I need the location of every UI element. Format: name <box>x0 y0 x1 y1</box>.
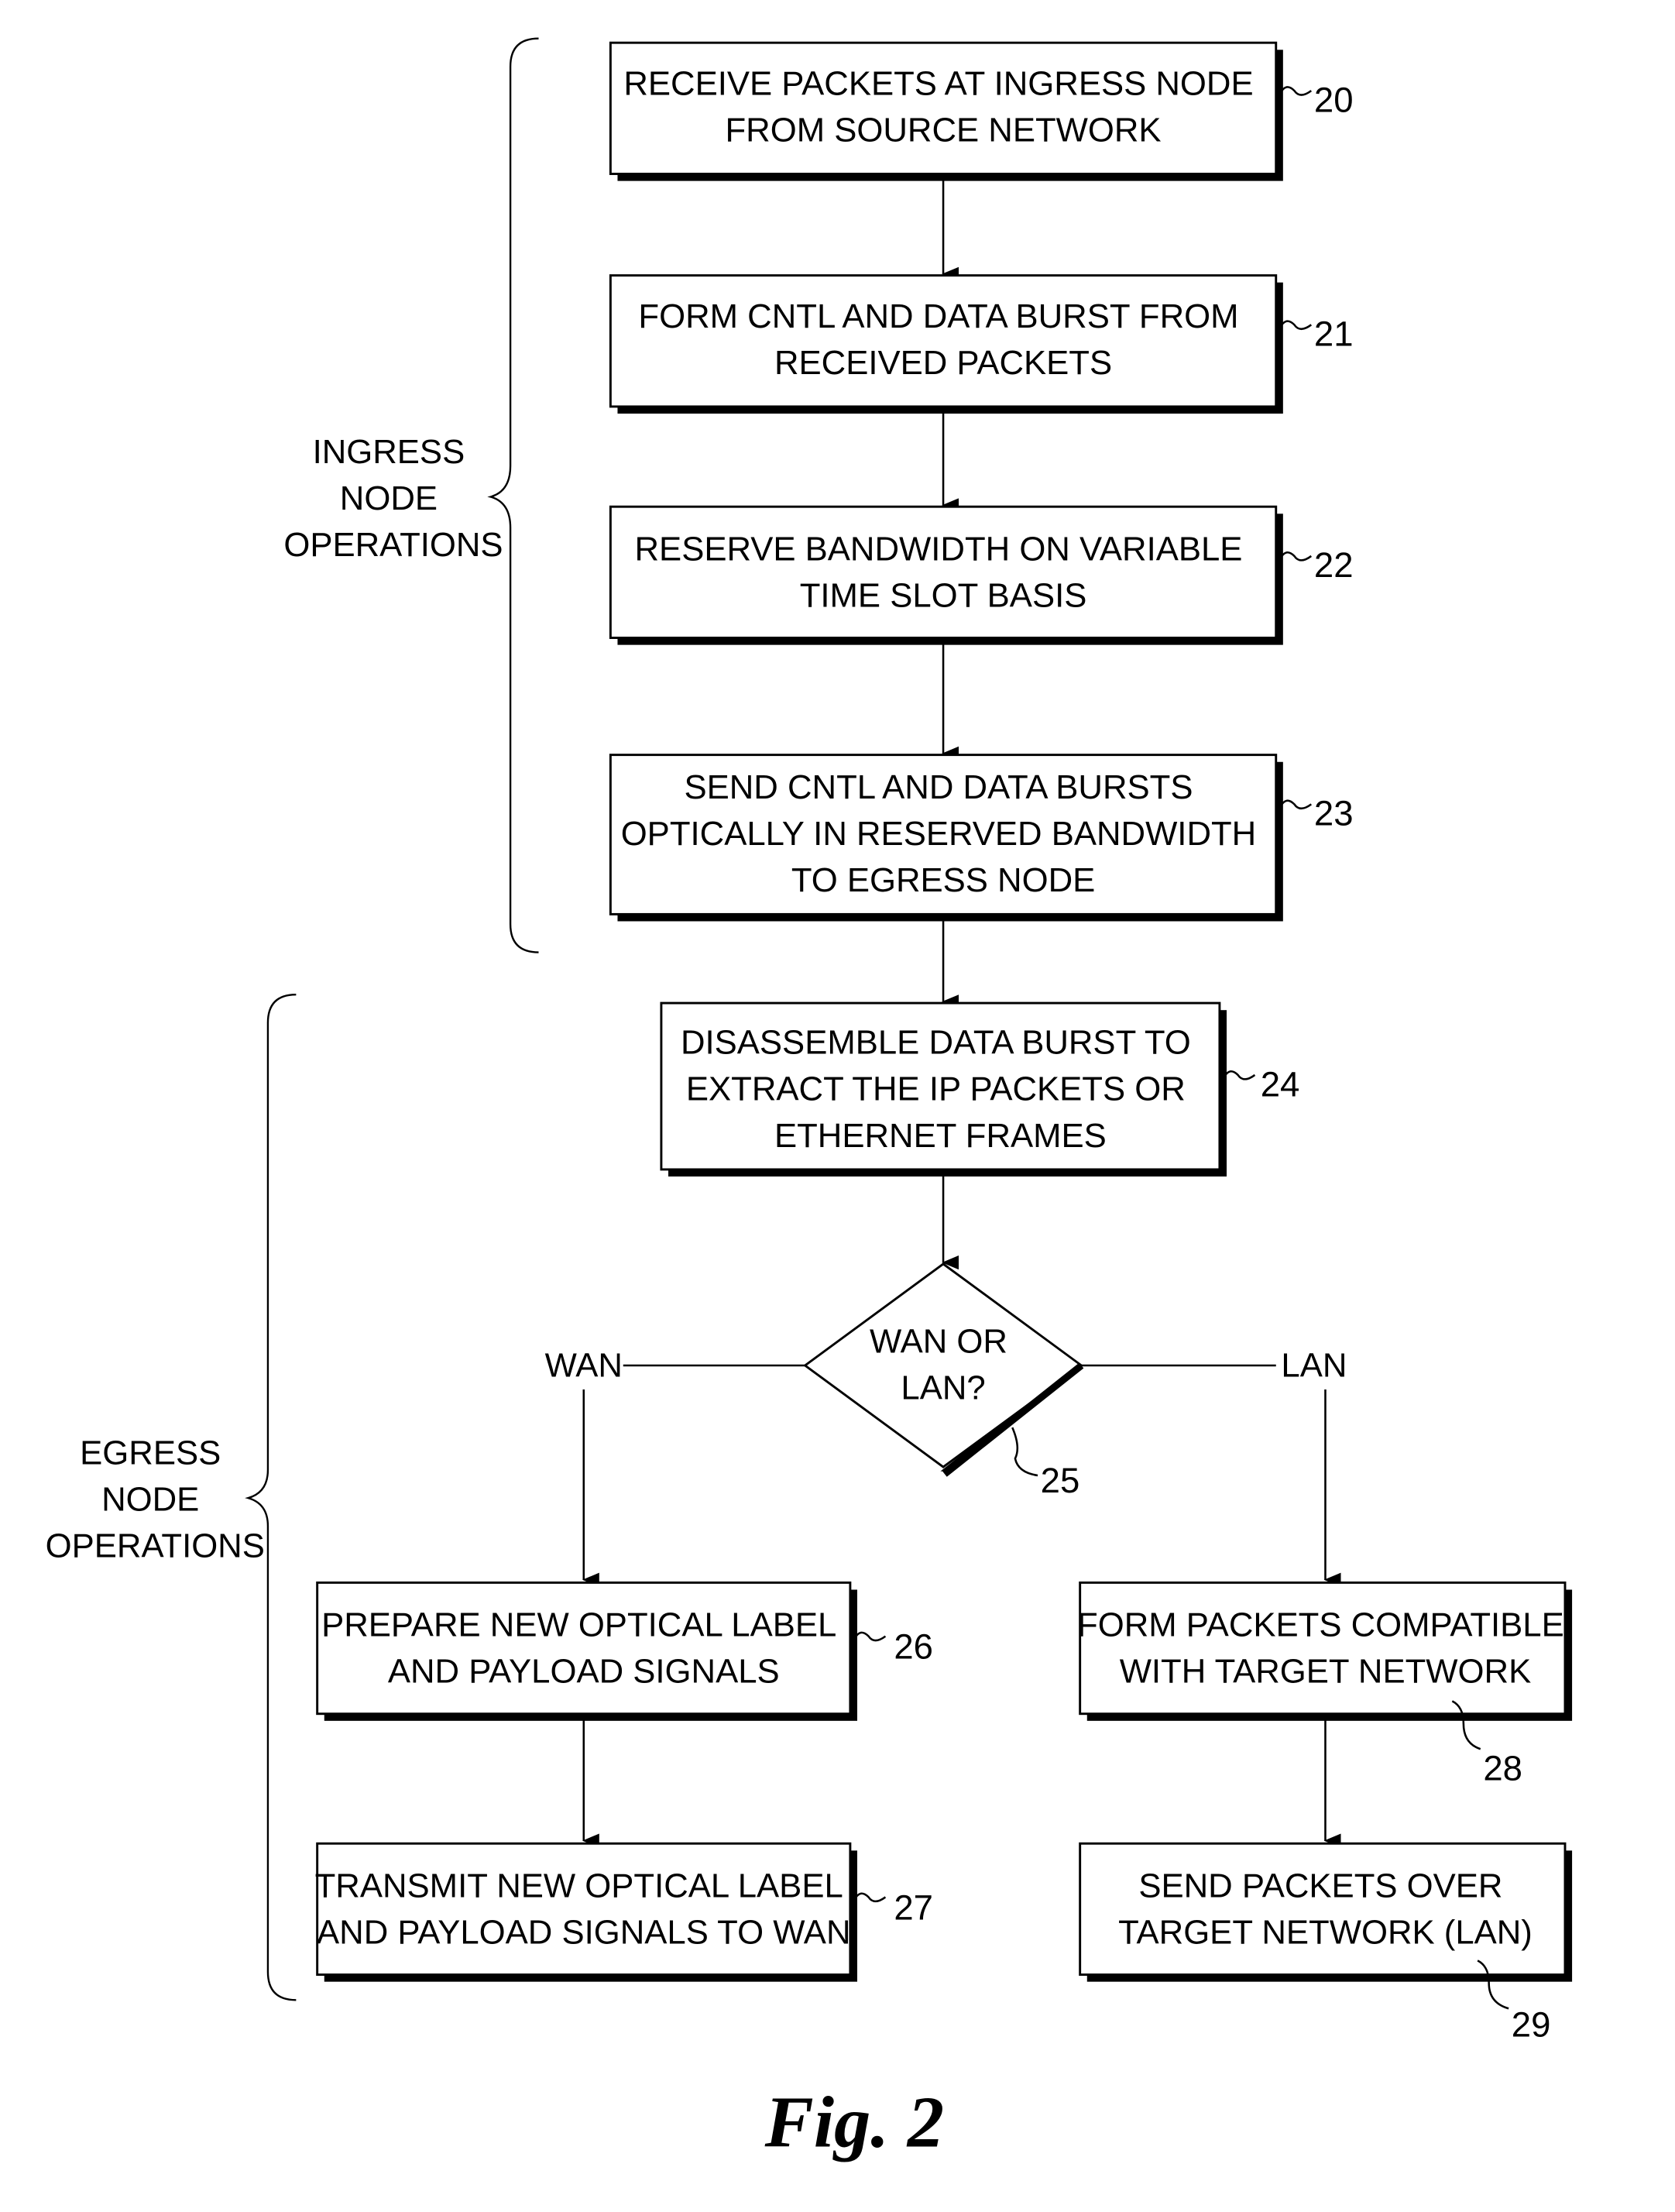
step-27: TRANSMIT NEW OPTICAL LABEL AND PAYLOAD S… <box>315 1842 933 1982</box>
ref-26: 26 <box>894 1627 933 1667</box>
egress-brace <box>245 993 297 2001</box>
decision-25: WAN OR LAN? 25 <box>803 1262 1084 1500</box>
step-29: SEND PACKETS OVER TARGET NETWORK (LAN) 2… <box>1079 1842 1573 2045</box>
ref-23: 23 <box>1314 794 1354 833</box>
ref-20: 20 <box>1314 80 1354 119</box>
ref-27: 27 <box>894 1888 933 1928</box>
ref-21: 21 <box>1314 314 1354 354</box>
flowchart: INGRESS NODE OPERATIONS EGRESS NODE OPER… <box>46 37 1573 2163</box>
step-24: DISASSEMBLE DATA BURST TO EXTRACT THE IP… <box>660 1001 1300 1177</box>
ingress-label: INGRESS NODE OPERATIONS <box>283 433 503 564</box>
ref-24: 24 <box>1261 1064 1300 1104</box>
step-26: PREPARE NEW OPTICAL LABEL AND PAYLOAD SI… <box>316 1581 933 1721</box>
step-20: RECEIVE PACKETS AT INGRESS NODE FROM SOU… <box>609 41 1354 181</box>
ref-28: 28 <box>1483 1748 1522 1788</box>
figure-label: Fig. 2 <box>764 2083 944 2163</box>
ref-25: 25 <box>1041 1461 1080 1500</box>
step-21: FORM CNTL AND DATA BURST FROM RECEIVED P… <box>609 274 1354 414</box>
ref-29: 29 <box>1512 2005 1551 2045</box>
step-22: RESERVE BANDWIDTH ON VARIABLE TIME SLOT … <box>609 505 1354 645</box>
ref-22: 22 <box>1314 545 1354 585</box>
egress-label: EGRESS NODE OPERATIONS <box>46 1434 265 1565</box>
step-23: SEND CNTL AND DATA BURSTS OPTICALLY IN R… <box>609 754 1354 922</box>
ingress-brace <box>487 37 539 953</box>
lan-label: LAN <box>1281 1347 1347 1385</box>
wan-label: WAN <box>545 1347 623 1385</box>
